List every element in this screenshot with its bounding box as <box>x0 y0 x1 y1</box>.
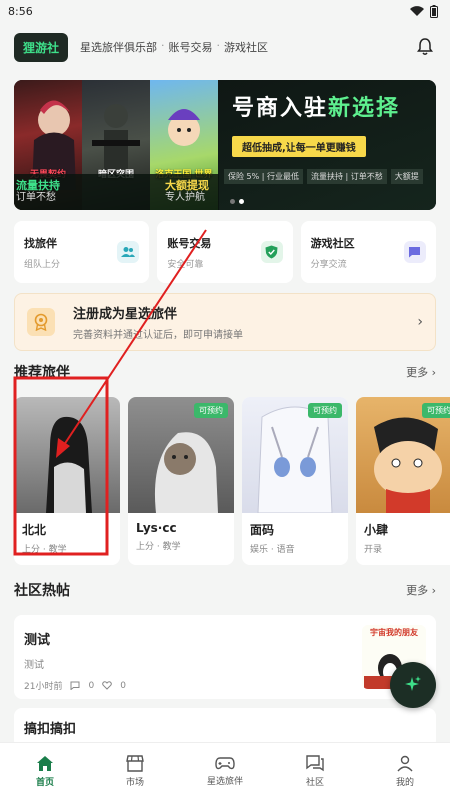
nav-link-club[interactable]: 星选旅伴俱乐部 <box>78 39 159 55</box>
companion-tags: 开录 <box>364 545 383 555</box>
companion-name: Lys·cc <box>136 521 177 535</box>
status-bar: 8:56 <box>0 0 450 22</box>
top-header: 狸游社 星选旅伴俱乐部 · 账号交易 · 游戏社区 <box>0 22 450 72</box>
companion-card[interactable]: 可预约 Lys·cc 上分 · 教学 <box>128 397 234 565</box>
service-community[interactable]: 游戏社区 分享交流 <box>300 221 436 283</box>
companion-tags: 上分 · 教学 <box>22 545 67 555</box>
nav-link-account-trade[interactable]: 账号交易 <box>167 39 215 55</box>
promo-title: 号商入驻新选择 <box>232 90 422 122</box>
section-title: 社区热帖 <box>14 583 70 599</box>
nav-separator: · <box>161 39 165 52</box>
tab-companions[interactable]: 星选旅伴 <box>180 743 270 800</box>
available-badge: 可预约 <box>194 403 228 418</box>
shield-check-icon <box>260 241 283 263</box>
post-time: 21小时前 <box>24 682 63 692</box>
nav-separator: · <box>216 39 221 52</box>
home-icon <box>37 756 53 771</box>
bottom-tab-bar: 首页 市场 星选旅伴 社区 我的 <box>0 742 450 800</box>
recommend-header: 推荐旅伴 更多 › <box>14 362 436 382</box>
companion-card[interactable]: 可预约 小肆 开录 <box>356 397 450 565</box>
service-find-companion[interactable]: 找旅伴 组队上分 <box>14 221 150 283</box>
merchant-promo[interactable]: 号商入驻新选择 超低抽成,让每一单更赚钱 保险 5% | 行业最低 流量扶持 |… <box>218 80 436 210</box>
profile-icon <box>397 755 413 772</box>
store-icon <box>126 755 144 772</box>
tab-community[interactable]: 社区 <box>270 743 360 800</box>
tab-label: 社区 <box>305 778 324 788</box>
comment-icon[interactable] <box>70 681 80 690</box>
sparkle-icon <box>405 676 421 691</box>
promo-chip: 流量扶持 | 订单不愁 <box>307 169 387 184</box>
community-more-link[interactable]: 更多 › <box>406 582 436 598</box>
notification-bell-icon[interactable] <box>414 36 436 58</box>
promo-banner-carousel[interactable]: 无畏契约 暗区突围 洛克王国 世界 号商入驻新选择 超低抽成,让每一单更赚钱 保… <box>14 80 436 210</box>
sparkle-fab-button[interactable] <box>390 662 436 708</box>
community-header: 社区热帖 更多 › <box>14 580 436 600</box>
companion-name: 小肆 <box>364 523 389 537</box>
companion-name: 面码 <box>250 523 275 537</box>
promo-badge: 超低抽成,让每一单更赚钱 <box>232 136 366 157</box>
tab-market[interactable]: 市场 <box>90 743 180 800</box>
recommend-more-link[interactable]: 更多 › <box>406 364 436 380</box>
like-count: 0 <box>120 680 126 691</box>
promo-chip: 大额提 <box>390 169 423 184</box>
top-nav: 星选旅伴俱乐部 · 账号交易 · 游戏社区 <box>78 39 270 55</box>
promo-chip: 保险 5% | 行业最低 <box>224 169 304 184</box>
tab-home[interactable]: 首页 <box>0 743 90 800</box>
wifi-icon <box>410 5 424 16</box>
companion-tags: 上分 · 教学 <box>136 542 181 552</box>
feature-title: 大额提现 <box>165 179 209 192</box>
service-shortcuts: 找旅伴 组队上分 账号交易 安全可靠 游戏社区 分享交流 <box>14 221 436 283</box>
section-title: 推荐旅伴 <box>14 365 70 381</box>
register-title: 注册成为星选旅伴 <box>73 307 178 322</box>
post-title: 搞扣搞扣 <box>24 722 77 737</box>
comment-count: 0 <box>88 680 95 691</box>
feature-sub: 订单不愁 <box>16 192 56 203</box>
heart-icon[interactable] <box>102 681 113 690</box>
feature-title: 流量扶持 <box>16 179 60 192</box>
chat-icon <box>403 241 426 263</box>
tab-profile[interactable]: 我的 <box>360 743 450 800</box>
carousel-dot-active[interactable] <box>239 199 244 204</box>
status-time: 8:56 <box>8 4 33 18</box>
promo-title-part2: 新选择 <box>328 96 401 121</box>
tab-label: 市场 <box>125 778 144 788</box>
companion-photo: 可预约 <box>128 397 234 513</box>
tab-label: 星选旅伴 <box>206 777 243 787</box>
companion-list: 北北 上分 · 教学 可预约 Lys·cc 上分 · 教学 可预约 面码 娱乐 … <box>14 397 450 565</box>
companion-name: 北北 <box>22 523 47 537</box>
medal-icon <box>27 308 55 336</box>
companion-tags: 娱乐 · 语音 <box>250 545 295 555</box>
nav-link-community[interactable]: 游戏社区 <box>222 39 270 55</box>
banner-feature-band: 流量扶持 订单不愁 大额提现 专人护航 <box>14 174 219 210</box>
companion-photo <box>14 397 120 513</box>
companion-card[interactable]: 北北 上分 · 教学 <box>14 397 120 565</box>
promo-chips: 保险 5% | 行业最低 流量扶持 | 订单不愁 大额提 <box>224 169 436 184</box>
register-companion-card[interactable]: 注册成为星选旅伴 完善资料并通过认证后，即可申请接单 › <box>14 293 436 351</box>
service-account-trade[interactable]: 账号交易 安全可靠 <box>157 221 293 283</box>
people-icon <box>117 241 140 263</box>
brand-logo[interactable]: 狸游社 <box>14 32 69 62</box>
promo-title-part1: 号商入驻 <box>232 96 329 121</box>
thumb-text: 宇宙我的朋友 <box>370 628 418 637</box>
battery-icon <box>430 4 438 18</box>
companion-photo: 可预约 <box>242 397 348 514</box>
tab-label: 我的 <box>395 778 414 788</box>
companion-photo: 可预约 <box>356 397 450 513</box>
gamepad-icon <box>215 757 235 770</box>
carousel-dots <box>230 199 244 204</box>
companion-card[interactable]: 可预约 面码 娱乐 · 语音 <box>242 397 348 565</box>
community-icon <box>306 755 324 772</box>
available-badge: 可预约 <box>422 403 450 418</box>
register-subtitle: 完善资料并通过认证后，即可申请接单 <box>73 330 243 341</box>
community-post[interactable]: 测试 测试 21小时前 0 0 宇宙我的朋友 <box>14 615 436 699</box>
tab-label: 首页 <box>35 778 54 788</box>
available-badge: 可预约 <box>308 403 342 418</box>
carousel-dot[interactable] <box>230 199 235 204</box>
chevron-right-icon: › <box>417 314 423 330</box>
feature-sub: 专人护航 <box>165 192 205 203</box>
